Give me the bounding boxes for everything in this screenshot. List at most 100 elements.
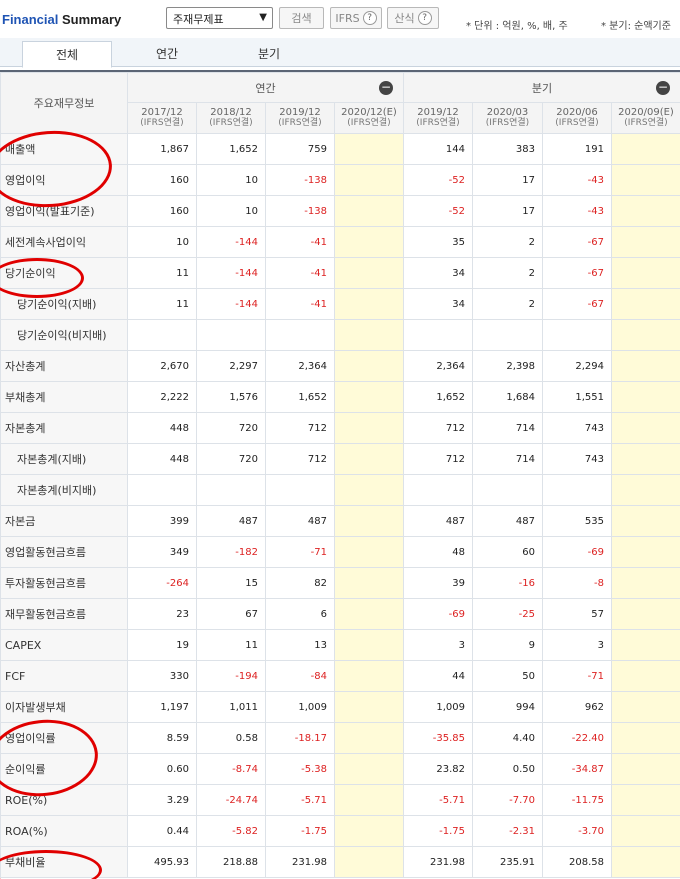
table-row: FCF 330 -194 -84 44 50 -71 (0, 660, 680, 692)
table-cell: 2,297 (196, 350, 266, 382)
table-cell: -138 (265, 164, 335, 196)
table-cell: 720 (196, 443, 266, 475)
tab-annual[interactable]: 연간 (122, 41, 212, 68)
table-cell: 160 (127, 164, 197, 196)
row-label: 이자발생부채 (0, 691, 128, 723)
tab-all[interactable]: 전체 (22, 41, 112, 68)
table-cell: 35 (403, 226, 473, 258)
table-cell: 714 (472, 412, 543, 444)
table-cell: -2.31 (472, 815, 543, 847)
row-label: 매출액 (0, 133, 128, 165)
table-cell: -71 (265, 536, 335, 568)
table-cell: 487 (403, 505, 473, 537)
table-cell: -7.70 (472, 784, 543, 816)
table-cell: 994 (472, 691, 543, 723)
table-cell (611, 443, 680, 475)
table-cell: 11 (127, 257, 197, 289)
collapse-annual-icon[interactable]: − (379, 81, 393, 95)
table-cell: -69 (403, 598, 473, 630)
table-cell: 34 (403, 257, 473, 289)
row-label: 자본총계(비지배) (0, 474, 128, 506)
table-cell: 399 (127, 505, 197, 537)
table-cell: 759 (265, 133, 335, 165)
table-cell: 330 (127, 660, 197, 692)
table-cell: 67 (196, 598, 266, 630)
table-cell: 712 (403, 443, 473, 475)
ifrs-help-button[interactable]: IFRS ? (330, 7, 382, 29)
column-basis: (IFRS연결) (347, 118, 391, 128)
row-label: 영업활동현금흐름 (0, 536, 128, 568)
row-header-label: 주요재무정보 (0, 72, 128, 134)
table-cell: 23.82 (403, 753, 473, 785)
table-row: 투자활동현금흐름 -264 15 82 39 -16 -8 (0, 567, 680, 599)
column-header: 2019/12 (IFRS연결) (265, 102, 335, 134)
table-cell (334, 381, 404, 413)
table-row: 자본총계 448 720 712 712 714 743 (0, 412, 680, 444)
table-cell: 10 (196, 195, 266, 227)
table-cell (334, 691, 404, 723)
table-cell (611, 567, 680, 599)
table-cell (334, 629, 404, 661)
table-cell: 0.58 (196, 722, 266, 754)
table-cell: 9 (472, 629, 543, 661)
table-cell: 487 (196, 505, 266, 537)
search-button[interactable]: 검색 (279, 7, 324, 29)
table-cell (611, 722, 680, 754)
row-label: ROA(%) (0, 815, 128, 847)
table-cell: 2 (472, 288, 543, 320)
table-cell: -3.70 (542, 815, 612, 847)
column-basis: (IFRS연결) (555, 118, 599, 128)
table-cell: 191 (542, 133, 612, 165)
table-cell: -1.75 (265, 815, 335, 847)
table-cell: -16 (472, 567, 543, 599)
table-cell: -43 (542, 164, 612, 196)
table-cell: 23 (127, 598, 197, 630)
chevron-down-icon: ▼ (259, 12, 267, 23)
title-financial: Financial (2, 12, 59, 27)
table-cell (127, 319, 197, 351)
table-cell (334, 505, 404, 537)
table-cell: 712 (403, 412, 473, 444)
table-cell: 712 (265, 412, 335, 444)
table-cell: -67 (542, 257, 612, 289)
statement-select[interactable]: 주재무제표 ▼ (166, 7, 273, 29)
row-label: CAPEX (0, 629, 128, 661)
tab-quarter[interactable]: 분기 (224, 41, 314, 68)
table-cell (334, 195, 404, 227)
row-label: 영업이익 (0, 164, 128, 196)
table-cell: -18.17 (265, 722, 335, 754)
table-cell (334, 815, 404, 847)
column-period: 2020/09(E) (618, 107, 674, 118)
formula-help-button[interactable]: 산식 ? (387, 7, 439, 29)
table-cell: 1,867 (127, 133, 197, 165)
table-cell (334, 226, 404, 258)
table-cell: -22.40 (542, 722, 612, 754)
table-cell: -144 (196, 226, 266, 258)
table-cell: 2,364 (265, 350, 335, 382)
table-cell: -182 (196, 536, 266, 568)
table-cell: 1,009 (403, 691, 473, 723)
table-cell (334, 536, 404, 568)
table-cell: 448 (127, 443, 197, 475)
table-cell: 743 (542, 412, 612, 444)
question-icon: ? (417, 11, 432, 25)
table-cell (196, 319, 266, 351)
row-label: 부채총계 (0, 381, 128, 413)
table-cell (611, 288, 680, 320)
table-cell: 712 (265, 443, 335, 475)
table-cell: -194 (196, 660, 266, 692)
table-cell: 2 (472, 257, 543, 289)
table-cell: 1,551 (542, 381, 612, 413)
table-cell: 0.44 (127, 815, 197, 847)
collapse-quarter-icon[interactable]: − (656, 81, 670, 95)
table-cell (265, 474, 335, 506)
table-cell: 57 (542, 598, 612, 630)
table-cell: 0.50 (472, 753, 543, 785)
table-cell: 1,011 (196, 691, 266, 723)
table-cell: 2,398 (472, 350, 543, 382)
table-cell (127, 474, 197, 506)
page-title: Financial Summary (2, 12, 121, 27)
table-row: 자본금 399 487 487 487 487 535 (0, 505, 680, 537)
table-row: ROE(%) 3.29 -24.74 -5.71 -5.71 -7.70 -11.75 (0, 784, 680, 816)
table-cell: 383 (472, 133, 543, 165)
